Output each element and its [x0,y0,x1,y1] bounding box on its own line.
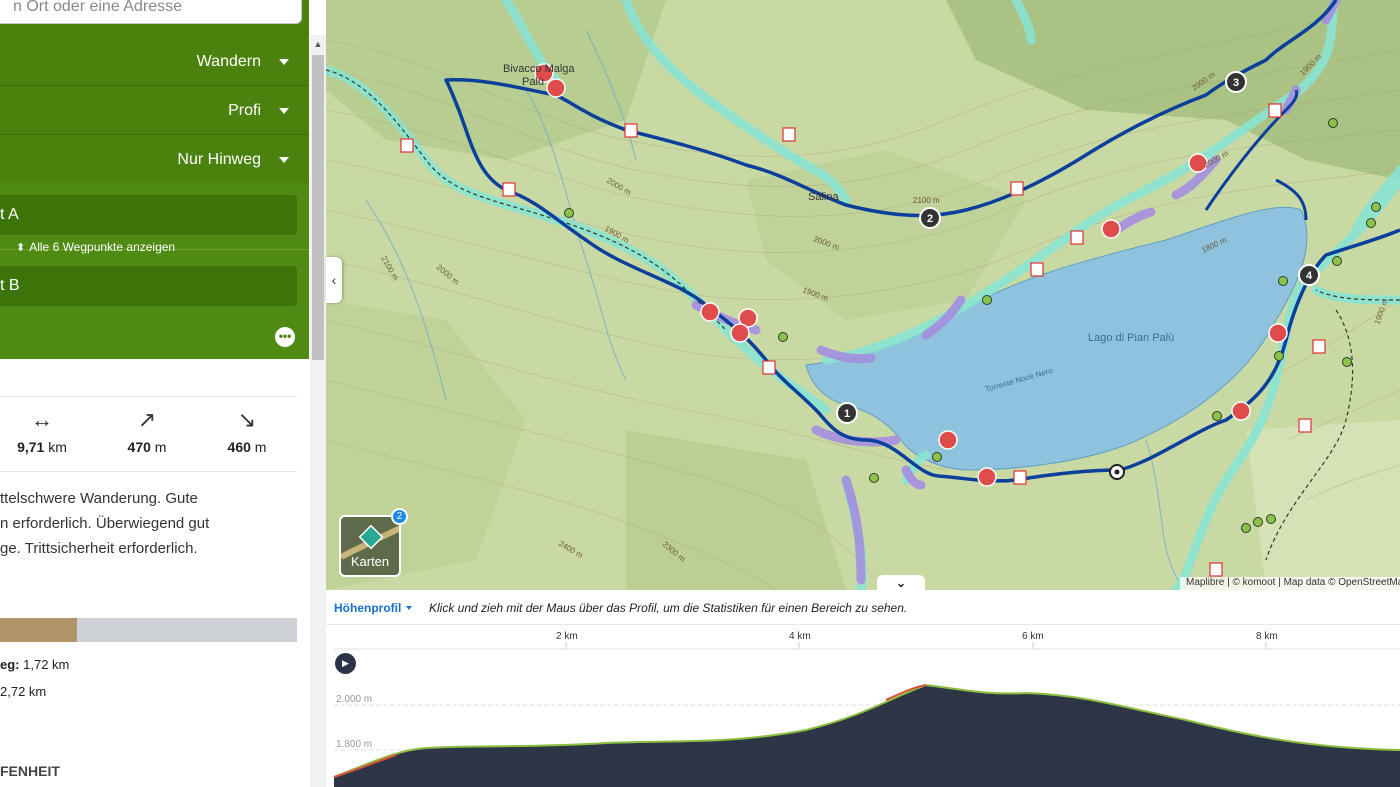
expand-icon: ⬍ [16,242,26,254]
waypoint-start-field[interactable]: t A [0,195,297,235]
route-direction-dropdown[interactable]: Nur Hinweg [0,135,309,184]
surface-bar-fill [0,618,78,642]
route-settings-panel: Wandern Profi Nur Hinweg [0,0,309,183]
way-type-row: eg: 1,72 km [0,657,69,672]
play-icon[interactable]: ▶ [335,653,356,674]
distance-value: 9,71 [17,439,45,455]
chevron-down-icon [279,108,289,114]
collapse-sidebar-icon[interactable]: ‹ [326,257,342,303]
search-input[interactable]: n Ort oder eine Adresse [0,0,302,24]
way-type-value: 1,72 km [23,657,70,672]
distance-icon: ↔ [31,407,53,432]
contour-label: 2000 m [435,263,461,287]
chevron-down-icon [279,157,289,163]
map-layers-label: Karten [350,554,390,569]
route-marker-3: 3 [1233,77,1239,89]
descent-stat: ↘ 460 m [207,407,287,455]
profile-y-tick: 2.000 m [336,694,373,705]
map-layers-button[interactable]: Karten [339,515,401,577]
distance-unit: km [48,439,67,455]
map-label-place: Bivacco Malga [503,63,575,75]
route-direction-label: Nur Hinweg [177,151,261,168]
sport-type-dropdown[interactable]: Wandern [0,37,309,86]
tour-description: ttelschwere Wanderung. Gute n erforderli… [0,486,297,561]
description-line: n erforderlich. Überwiegend gut [0,515,210,532]
scrollbar-thumb[interactable] [312,55,324,360]
ascent-unit: m [154,439,167,455]
descent-icon: ↘ [237,407,257,432]
more-options-icon[interactable]: ••• [275,327,295,347]
map-label-lake: Lago di Pian Palù [1088,332,1174,344]
chevron-down-icon [279,59,289,65]
scroll-up-icon[interactable]: ▲ [310,35,326,53]
contour-label: 2100 m [379,255,400,283]
map-label-place: Salina [808,191,839,203]
description-line: ttelschwere Wanderung. Gute [0,490,198,507]
contour-label: 2100 m [913,196,940,205]
descent-value: 460 [227,439,251,455]
contour-label: 2400 m [557,539,585,560]
description-line: ge. Trittsicherheit erforderlich. [0,540,198,557]
elevation-profile-panel[interactable]: Höhenprofil Klick und zieh mit der Maus … [326,590,1400,787]
surface-bar [0,618,297,642]
sport-type-label: Wandern [196,53,261,70]
descent-unit: m [254,439,267,455]
surface-section-title: FENHEIT [0,763,60,779]
show-all-waypoints-label: Alle 6 Wegpunkte anzeigen [29,240,176,254]
way-type-row: 2,72 km [0,684,46,699]
fitness-level-dropdown[interactable]: Profi [0,86,309,135]
profile-y-tick: 1.800 m [336,739,373,750]
way-type-value: 2,72 km [0,684,47,699]
map-canvas: 1 2 3 4 Bivacco Malga Palù Salina Lago d… [326,0,1400,590]
show-all-waypoints-link[interactable]: ⬍ Alle 6 Wegpunkte anzeigen [16,240,175,254]
elevation-profile-chart [333,642,1400,787]
map-layers-count-badge: 2 [391,508,408,525]
map-label-place: Palù [522,76,544,88]
route-marker-2: 2 [927,213,933,225]
route-marker-4: 4 [1306,270,1313,282]
waypoints-panel: t A ⬍ Alle 6 Wegpunkte anzeigen t B ••• [0,183,309,359]
route-planner-sidebar: Wandern Profi Nur Hinweg n Ort oder eine… [0,0,310,787]
fitness-level-label: Profi [228,102,261,119]
waypoint-end-field[interactable]: t B [0,266,297,306]
map-view[interactable]: 1 2 3 4 Bivacco Malga Palù Salina Lago d… [326,0,1400,590]
tour-stats: ↔ 9,71 km ↗ 470 m ↘ 460 m [0,396,297,472]
ascent-stat: ↗ 470 m [107,407,187,455]
ascent-icon: ↗ [137,407,157,432]
way-type-label: eg: [0,657,20,672]
ascent-value: 470 [127,439,151,455]
route-marker-1: 1 [844,408,850,420]
map-attribution: Maplibre | © komoot | Map data © OpenStr… [1180,577,1400,590]
distance-stat: ↔ 9,71 km [2,407,82,455]
sidebar-scrollbar[interactable]: ▲ [310,35,326,787]
